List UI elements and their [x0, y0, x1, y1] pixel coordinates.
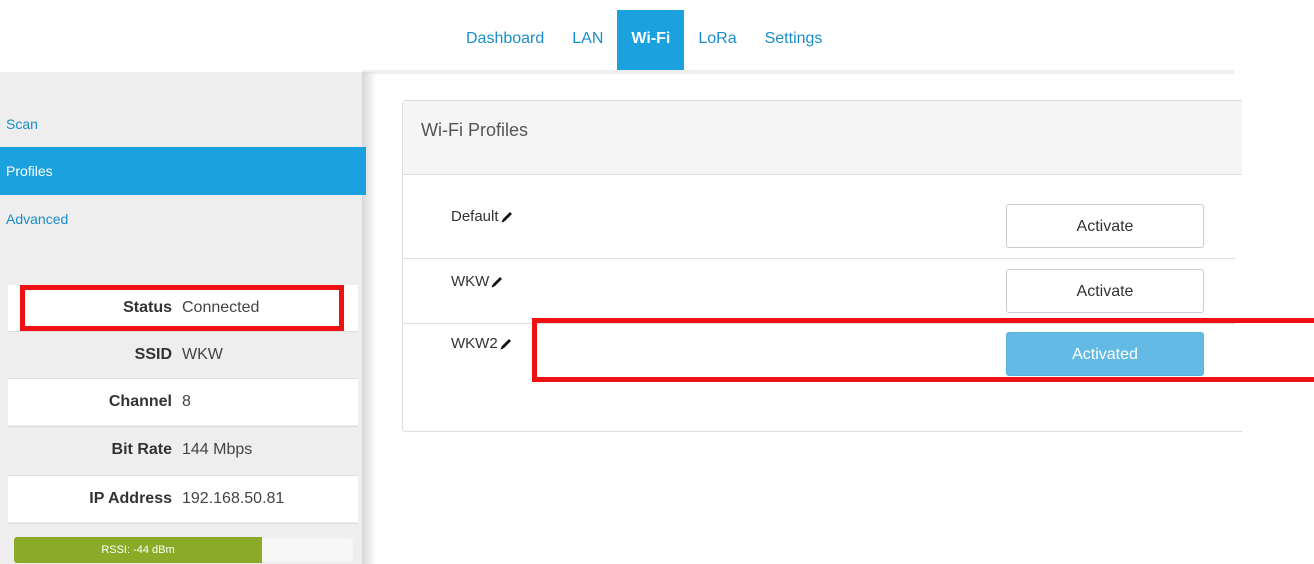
- ip-address-label: IP Address: [89, 490, 172, 507]
- tab-dashboard[interactable]: Dashboard: [452, 10, 558, 70]
- bitrate-value: 144 Mbps: [182, 441, 253, 458]
- status-row: Status Connected: [8, 285, 358, 331]
- profile-name-label: Default: [451, 208, 499, 225]
- status-label: Status: [123, 299, 172, 316]
- pencil-icon[interactable]: [499, 337, 513, 351]
- channel-value: 8: [182, 393, 191, 410]
- ssid-row: SSID WKW: [8, 332, 358, 378]
- profile-row-wkw2: WKW2 Activated: [403, 324, 1235, 388]
- row-separator: [8, 523, 358, 524]
- profile-row-wkw: WKW Activate: [403, 259, 1235, 323]
- ip-address-value: 192.168.50.81: [182, 490, 285, 507]
- pencil-icon[interactable]: [490, 275, 504, 289]
- tab-lan[interactable]: LAN: [558, 10, 617, 70]
- ip-address-row: IP Address 192.168.50.81: [8, 476, 358, 522]
- top-nav: Dashboard LAN Wi-Fi LoRa Settings: [452, 10, 836, 70]
- channel-label: Channel: [108, 393, 172, 410]
- sidebar-item-profiles[interactable]: Profiles: [0, 147, 366, 195]
- sidebar-item-scan[interactable]: Scan: [0, 100, 366, 148]
- panel-header: Wi-Fi Profiles: [403, 101, 1242, 175]
- activated-button[interactable]: Activated: [1006, 332, 1204, 376]
- pencil-icon[interactable]: [500, 210, 514, 224]
- tab-settings[interactable]: Settings: [751, 10, 837, 70]
- bitrate-label: Bit Rate: [111, 441, 172, 458]
- profile-row-default: Default Activate: [403, 199, 1235, 263]
- profile-name: WKW: [451, 273, 504, 290]
- sidebar-item-advanced[interactable]: Advanced: [0, 195, 366, 243]
- profile-name: WKW2: [451, 335, 513, 352]
- channel-row: Channel 8: [8, 379, 358, 425]
- wifi-profiles-panel: Wi-Fi Profiles Default Activate WKW Acti…: [402, 100, 1242, 432]
- profile-name: Default: [451, 208, 514, 225]
- ssid-label: SSID: [134, 346, 172, 363]
- tab-lora[interactable]: LoRa: [684, 10, 750, 70]
- bitrate-row: Bit Rate 144 Mbps: [8, 427, 358, 473]
- profile-name-label: WKW: [451, 273, 490, 290]
- profile-name-label: WKW2: [451, 335, 498, 352]
- ssid-value: WKW: [182, 346, 223, 363]
- tab-wifi[interactable]: Wi-Fi: [617, 10, 685, 70]
- activate-button[interactable]: Activate: [1006, 269, 1204, 313]
- nav-underline: [362, 70, 1234, 74]
- status-value: Connected: [182, 299, 260, 316]
- activate-button[interactable]: Activate: [1006, 204, 1204, 248]
- rssi-label: RSSI: -44 dBm: [101, 544, 175, 556]
- rssi-bar: RSSI: -44 dBm: [14, 537, 354, 563]
- panel-title: Wi-Fi Profiles: [421, 120, 528, 140]
